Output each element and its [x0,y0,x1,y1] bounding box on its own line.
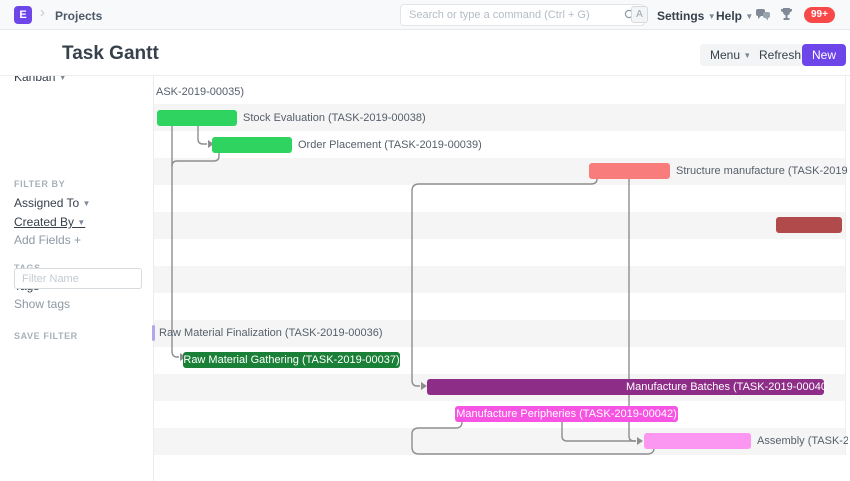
gantt-bar-task-unlabeled-red[interactable] [776,217,842,233]
help-menu[interactable]: Help ▼ [716,9,753,23]
task-label-task-2019-00036: Raw Material Finalization (TASK-2019-000… [159,325,409,341]
gantt-bar-task-2019-00036[interactable] [152,325,155,341]
bar-label: Manufacture Peripheries (TASK-2019-00042… [456,408,677,420]
gantt-bar-task-2019-00038[interactable] [157,110,237,126]
settings-menu[interactable]: Settings ▼ [657,9,716,23]
sidebar-item-show-tags[interactable]: Show tags [14,297,70,311]
task-label-task-2019-00038: Stock Evaluation (TASK-2019-00038) [243,110,443,126]
search-input[interactable] [409,9,624,21]
page-header: Task Gantt Menu ▼ Refresh New [0,30,850,76]
connector-stock-to-order [198,125,207,144]
chevron-down-icon: ▼ [77,218,85,227]
chat-icon[interactable] [755,7,771,22]
gantt-bar-task-2019-00039[interactable] [212,137,292,153]
task-label-task-2019-00039: Order Placement (TASK-2019-00039) [298,137,498,153]
global-search [400,4,645,26]
view-selector-kanban[interactable]: Kanban ▼ [14,76,67,84]
chevron-down-icon: ▼ [59,76,67,82]
task-label-task-2019-00041: Structure manufacture (TASK-2019-00 [676,163,848,179]
connector-stock-to-gathering [172,125,179,357]
page-title: Task Gantt [62,43,159,65]
task-gantt-chart: ASK-2019-00035) Stock Evaluation (TASK-20… [154,76,850,481]
task-label-task-2019-00040: Manufacture Batches (TASK-2019-00040) [626,379,826,395]
top-navbar: E › Projects A Settings ▼ Help ▼ 99+ [0,0,850,30]
filter-name-input[interactable] [14,268,142,289]
breadcrumb-chevron-icon: › [40,4,45,21]
chevron-down-icon: ▼ [83,199,91,208]
connector-structure-to-batches [412,178,597,386]
task-label-task-2019-00043: Assembly (TASK-2 [757,433,848,449]
gantt-bar-task-2019-00043[interactable] [644,433,751,449]
sidebar-section-heading: SAVE FILTER [14,331,78,341]
connector-order-feeder [172,152,219,166]
gantt-bar-task-2019-00042[interactable]: Manufacture Peripheries (TASK-2019-00042… [455,406,678,422]
arrowhead-icon [637,437,643,445]
notification-count-badge[interactable]: 99+ [804,7,835,23]
chevron-down-icon: ▼ [708,12,716,21]
sidebar-section-heading: FILTER BY [14,179,65,189]
user-avatar[interactable]: A [631,6,648,23]
sidebar-item-assigned-to[interactable]: Assigned To ▼ [14,196,90,210]
bar-label: Raw Material Gathering (TASK-2019-00037) [183,354,399,366]
app-logo[interactable]: E [14,6,32,24]
connector-peripheries-loop [412,421,654,454]
sidebar-item-created-by[interactable]: Created By ▼ [14,215,85,229]
connector-structure-to-assembly [629,178,636,441]
filter-sidebar: Kanban ▼ FILTER BY Assigned To ▼ Created B… [0,76,154,481]
trophy-icon[interactable] [780,7,793,22]
gantt-bar-task-2019-00041[interactable] [589,163,670,179]
new-button[interactable]: New [802,44,846,66]
sidebar-item-add-fields-[interactable]: Add Fields + [14,233,81,247]
task-label-task-2019-00035: ASK-2019-00035) [156,84,276,100]
gantt-bar-task-2019-00037[interactable]: Raw Material Gathering (TASK-2019-00037) [183,352,400,368]
breadcrumb[interactable]: Projects [55,9,102,23]
connector-peripheries-to-assembly [562,421,636,441]
chevron-down-icon: ▼ [745,12,753,21]
